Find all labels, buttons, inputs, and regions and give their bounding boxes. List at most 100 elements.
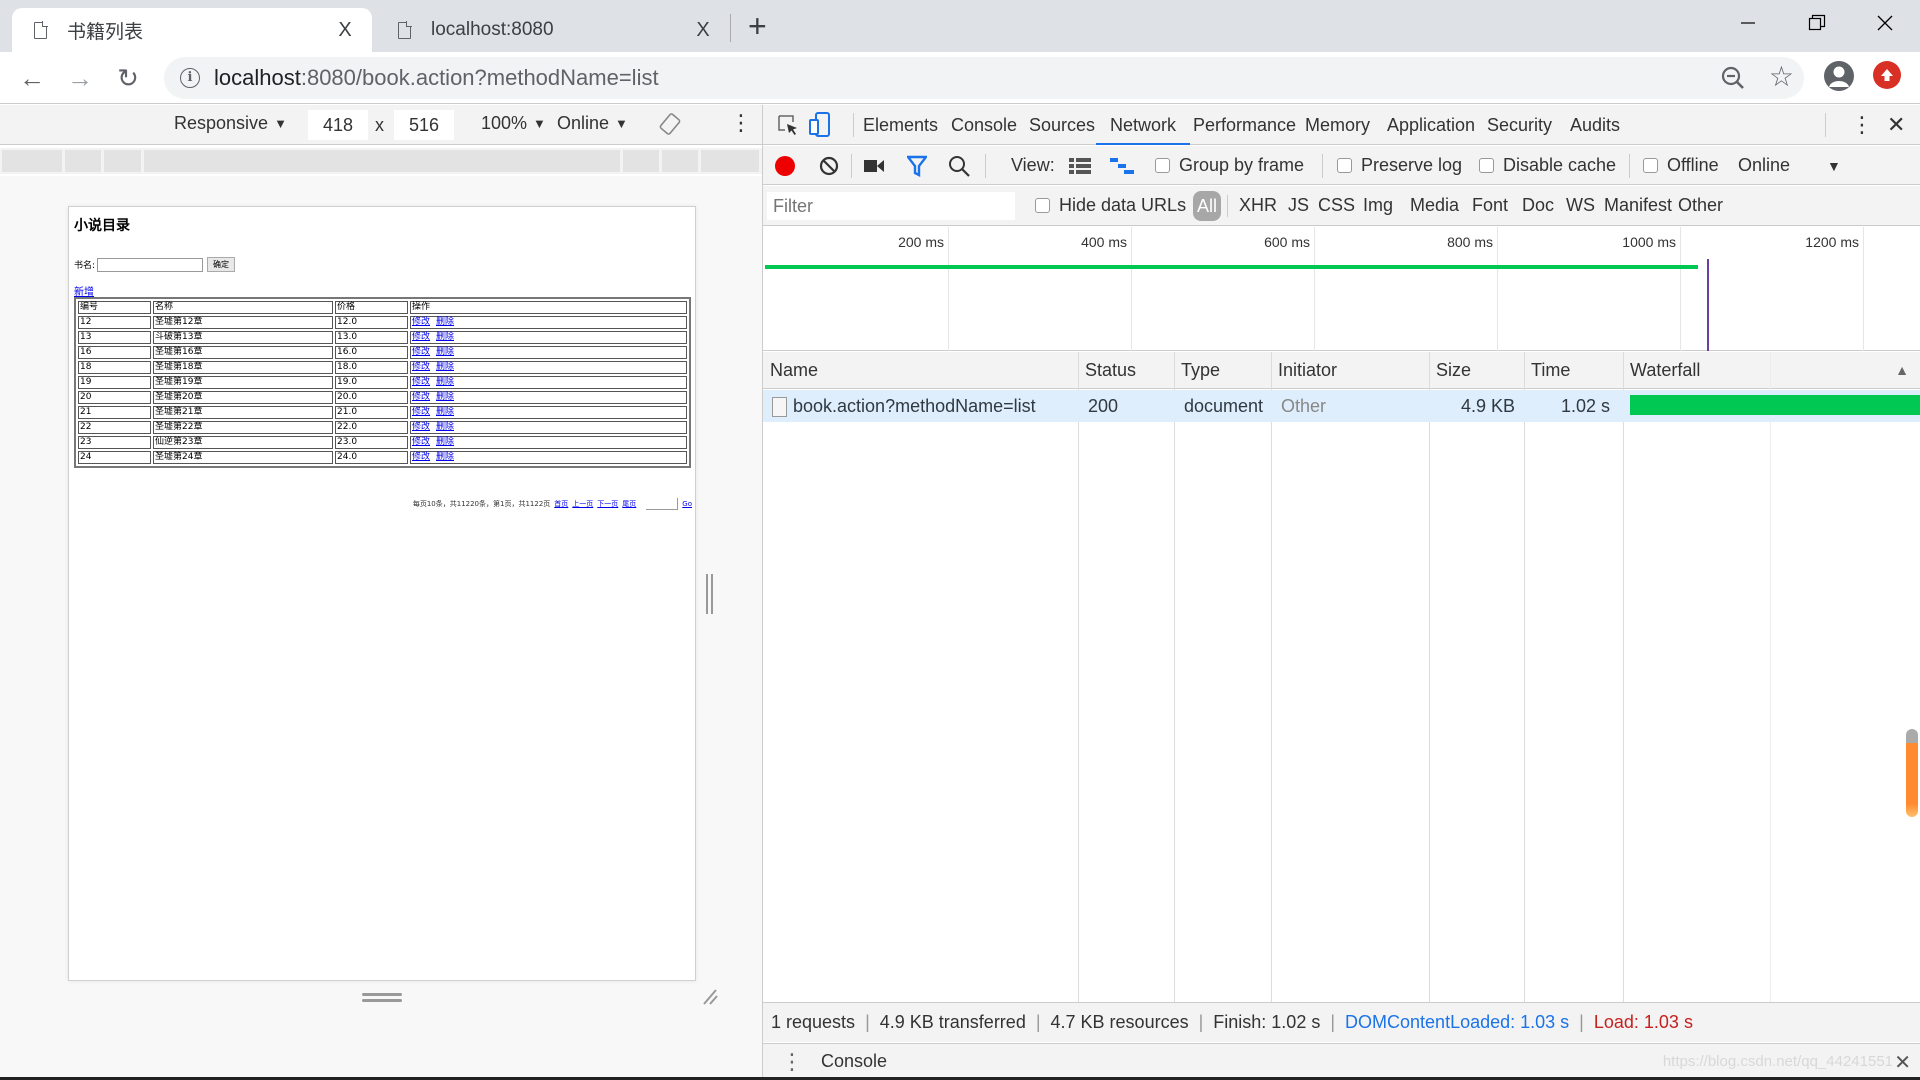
column-header-status[interactable]: Status bbox=[1080, 352, 1136, 389]
search-submit-button[interactable]: 确定 bbox=[207, 257, 236, 272]
overview-toggle-button[interactable] bbox=[1110, 146, 1136, 185]
filter-type-css[interactable]: CSS bbox=[1318, 195, 1355, 216]
drawer-close-icon[interactable]: ✕ bbox=[1894, 1050, 1911, 1075]
tab-performance[interactable]: Performance bbox=[1189, 105, 1300, 145]
edit-link[interactable]: 修改 bbox=[412, 332, 430, 342]
device-more-button[interactable]: ⋮ bbox=[730, 110, 752, 136]
filter-type-doc[interactable]: Doc bbox=[1522, 195, 1554, 216]
filter-type-img[interactable]: Img bbox=[1363, 195, 1393, 216]
filter-type-ws[interactable]: WS bbox=[1566, 195, 1595, 216]
device-select[interactable]: Responsive ▼ bbox=[174, 113, 287, 134]
viewport-width-input[interactable]: 418 bbox=[308, 110, 368, 140]
throttle-select[interactable]: Online ▼ bbox=[557, 113, 628, 134]
delete-link[interactable]: 删除 bbox=[436, 362, 454, 372]
book-name-input[interactable] bbox=[97, 257, 204, 272]
column-divider[interactable] bbox=[1271, 352, 1272, 1002]
media-query-segment[interactable] bbox=[701, 150, 759, 172]
viewport-height-input[interactable]: 516 bbox=[394, 110, 454, 140]
hide-data-urls-checkbox[interactable]: Hide data URLs bbox=[1035, 195, 1186, 216]
delete-link[interactable]: 删除 bbox=[436, 452, 454, 462]
edit-link[interactable]: 修改 bbox=[412, 392, 430, 402]
throttle-dropdown-arrow[interactable]: ▼ bbox=[1827, 146, 1841, 185]
network-throttle-select[interactable]: Online bbox=[1738, 146, 1790, 185]
media-query-segment[interactable] bbox=[104, 150, 141, 172]
tab-close-button[interactable]: X bbox=[332, 19, 358, 42]
edit-link[interactable]: 修改 bbox=[412, 422, 430, 432]
restore-button[interactable] bbox=[1792, 6, 1842, 40]
forward-button[interactable]: → bbox=[64, 62, 96, 94]
filter-type-media[interactable]: Media bbox=[1410, 195, 1459, 216]
media-query-segment[interactable] bbox=[144, 150, 620, 172]
drawer-menu-icon[interactable]: ⋮ bbox=[781, 1049, 803, 1075]
media-query-bar[interactable] bbox=[0, 148, 762, 174]
new-tab-button[interactable]: + bbox=[748, 8, 767, 44]
page-number-input[interactable] bbox=[646, 498, 679, 510]
group-by-frame-checkbox[interactable]: Group by frame bbox=[1155, 146, 1304, 185]
tab-audits[interactable]: Audits bbox=[1566, 105, 1624, 145]
filter-type-xhr[interactable]: XHR bbox=[1239, 195, 1277, 216]
column-header-type[interactable]: Type bbox=[1176, 352, 1220, 389]
star-icon[interactable]: ☆ bbox=[1769, 63, 1794, 91]
url-text[interactable]: localhost:8080/book.action?methodName=li… bbox=[214, 65, 659, 91]
delete-link[interactable]: 删除 bbox=[436, 422, 454, 432]
record-button[interactable] bbox=[775, 146, 795, 185]
edit-link[interactable]: 修改 bbox=[412, 452, 430, 462]
prev-page-link[interactable]: 上一页 bbox=[572, 499, 593, 509]
device-toggle-button[interactable] bbox=[808, 105, 832, 145]
first-page-link[interactable]: 首页 bbox=[554, 499, 568, 509]
tab-localhost[interactable]: localhost:8080 X bbox=[376, 8, 730, 52]
delete-link[interactable]: 删除 bbox=[436, 407, 454, 417]
last-page-link[interactable]: 尾页 bbox=[622, 499, 636, 509]
window-close-button[interactable] bbox=[1860, 6, 1910, 40]
scrollbar-thumb[interactable] bbox=[1906, 729, 1918, 817]
column-divider[interactable] bbox=[1429, 352, 1430, 1002]
delete-link[interactable]: 删除 bbox=[436, 332, 454, 342]
edit-link[interactable]: 修改 bbox=[412, 317, 430, 327]
tab-close-button[interactable]: X bbox=[690, 19, 716, 42]
tab-security[interactable]: Security bbox=[1483, 105, 1556, 145]
large-rows-button[interactable] bbox=[1069, 146, 1091, 185]
inspect-element-button[interactable] bbox=[777, 105, 799, 145]
drawer-tab-console[interactable]: Console bbox=[807, 1044, 902, 1079]
media-query-segment[interactable] bbox=[2, 150, 62, 172]
filter-type-other[interactable]: Other bbox=[1678, 195, 1723, 216]
clear-button[interactable] bbox=[819, 146, 839, 185]
address-bar[interactable]: i localhost:8080/book.action?methodName=… bbox=[164, 57, 1804, 99]
media-query-segment[interactable] bbox=[662, 150, 698, 172]
filter-input[interactable] bbox=[767, 192, 1015, 220]
column-header-size[interactable]: Size bbox=[1431, 352, 1471, 389]
column-header-name[interactable]: Name bbox=[765, 352, 818, 389]
preserve-log-checkbox[interactable]: Preserve log bbox=[1337, 146, 1462, 185]
devtools-menu-button[interactable]: ⋮ bbox=[1851, 105, 1873, 145]
edit-link[interactable]: 修改 bbox=[412, 362, 430, 372]
column-header-initiator[interactable]: Initiator bbox=[1273, 352, 1337, 389]
minimize-button[interactable] bbox=[1723, 6, 1773, 40]
column-divider[interactable] bbox=[1174, 352, 1175, 1002]
request-row[interactable]: book.action?methodName=list 200 document… bbox=[763, 390, 1920, 422]
tab-sources[interactable]: Sources bbox=[1025, 105, 1099, 145]
disable-cache-checkbox[interactable]: Disable cache bbox=[1479, 146, 1616, 185]
filter-type-font[interactable]: Font bbox=[1472, 195, 1508, 216]
filter-type-manifest[interactable]: Manifest bbox=[1604, 195, 1672, 216]
column-divider[interactable] bbox=[1078, 352, 1079, 1002]
zoom-select[interactable]: 100% ▼ bbox=[481, 113, 546, 134]
tab-book-list[interactable]: 书籍列表 X bbox=[12, 8, 372, 52]
delete-link[interactable]: 删除 bbox=[436, 437, 454, 447]
search-button[interactable] bbox=[948, 146, 970, 185]
update-icon[interactable] bbox=[1873, 61, 1901, 89]
tab-elements[interactable]: Elements bbox=[859, 105, 942, 145]
resize-handle-corner[interactable] bbox=[700, 986, 720, 1006]
back-button[interactable]: ← bbox=[16, 62, 48, 94]
reload-button[interactable]: ↻ bbox=[112, 62, 144, 94]
edit-link[interactable]: 修改 bbox=[412, 407, 430, 417]
tab-network[interactable]: Network bbox=[1096, 105, 1191, 145]
resize-handle-right[interactable] bbox=[706, 574, 716, 614]
network-overview[interactable]: 200 ms 400 ms 600 ms 800 ms 1000 ms 1200 ms bbox=[763, 227, 1920, 351]
media-query-segment[interactable] bbox=[623, 150, 659, 172]
profile-icon[interactable] bbox=[1824, 61, 1854, 91]
sort-ascending-icon[interactable]: ▲ bbox=[1895, 362, 1909, 378]
offline-checkbox[interactable]: Offline bbox=[1643, 146, 1719, 185]
rotate-button[interactable] bbox=[658, 112, 682, 136]
column-header-waterfall[interactable]: Waterfall bbox=[1625, 352, 1700, 389]
column-divider[interactable] bbox=[1524, 352, 1525, 1002]
